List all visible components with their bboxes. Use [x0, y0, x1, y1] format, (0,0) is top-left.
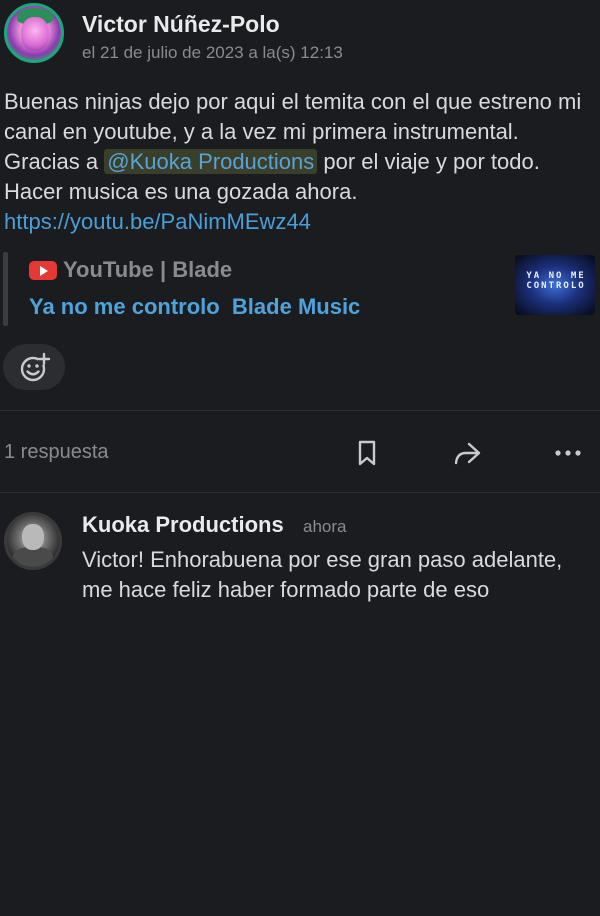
- attachment-bar: [3, 252, 8, 326]
- add-reaction-icon: [20, 352, 51, 382]
- youtube-link[interactable]: https://youtu.be/PaNimMEwz44: [4, 209, 311, 234]
- author-name[interactable]: Victor Núñez-Polo: [82, 11, 280, 38]
- post-message: Buenas ninjas dejo por aqui el temita co…: [4, 87, 594, 237]
- attachment-source: YouTube | Blade: [63, 257, 233, 282]
- add-reaction-button[interactable]: [3, 344, 65, 390]
- post-header: Victor Núñez-Polo el 21 de julio de 2023…: [0, 0, 600, 80]
- avatar-head: [22, 524, 44, 550]
- reply-count[interactable]: 1 respuesta: [4, 441, 109, 464]
- reply-avatar[interactable]: [4, 512, 62, 570]
- divider: [0, 410, 600, 411]
- avatar-body: [13, 547, 53, 567]
- thread-actions-bar: 1 respuesta: [0, 412, 600, 492]
- reply-message: Kuoka Productions ahora Victor! Enhorabu…: [0, 500, 600, 640]
- youtube-icon: [29, 261, 57, 280]
- link-preview[interactable]: YouTube | Blade Ya no me controlo Blade …: [3, 250, 595, 328]
- more-icon[interactable]: [553, 438, 583, 468]
- share-icon[interactable]: [452, 438, 482, 468]
- video-thumbnail[interactable]: YA NO ME CONTROLO: [515, 255, 595, 315]
- thumbnail-text: YA NO ME CONTROLO: [526, 271, 586, 291]
- reply-time: ahora: [303, 517, 347, 536]
- reply-text: Victor! Enhorabuena por ese gran paso ad…: [82, 547, 563, 602]
- bookmark-icon[interactable]: [352, 438, 382, 468]
- attachment-title[interactable]: Ya no me controlo Blade Music: [29, 294, 360, 320]
- reply-author[interactable]: Kuoka Productions: [82, 512, 284, 538]
- author-avatar[interactable]: [4, 3, 64, 63]
- divider: [0, 492, 600, 493]
- user-mention[interactable]: @Kuoka Productions: [104, 149, 318, 174]
- avatar-face: [21, 17, 49, 51]
- post-timestamp: el 21 de julio de 2023 a la(s) 12:13: [82, 43, 343, 62]
